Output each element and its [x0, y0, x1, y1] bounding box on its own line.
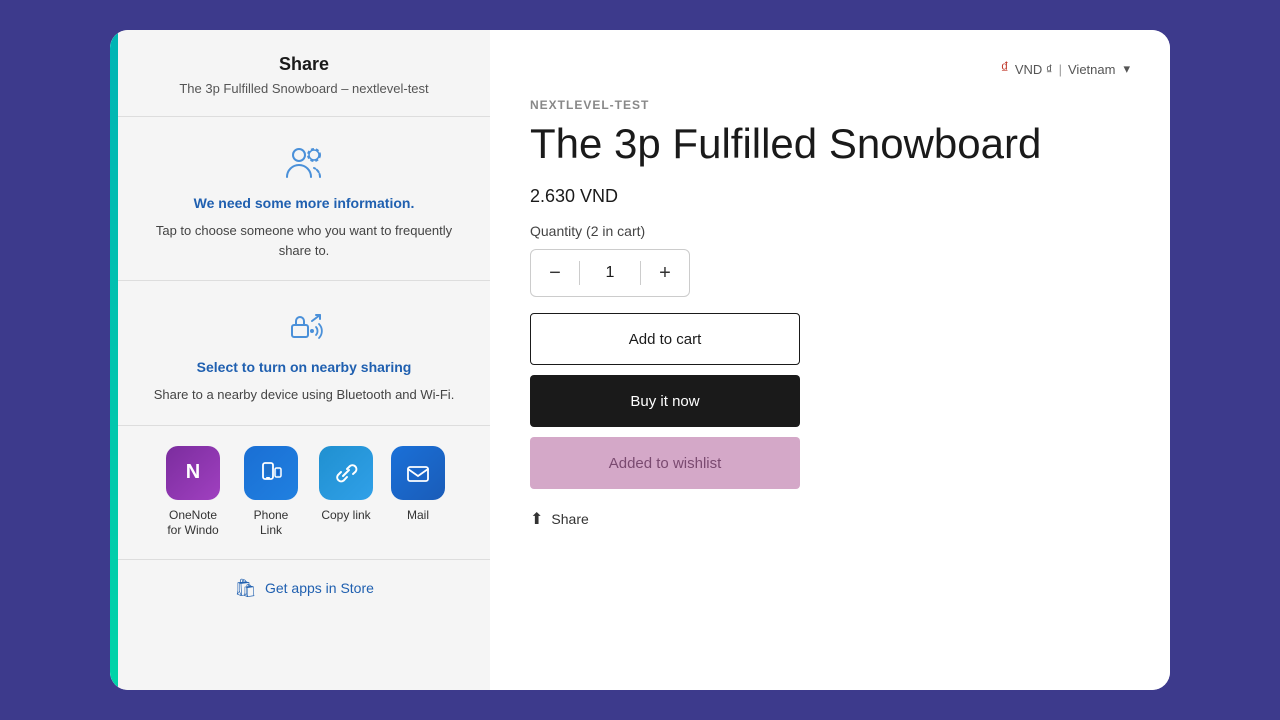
- currency-dot: ₫: [1001, 60, 1009, 78]
- vendor-label: NEXTLEVEL-TEST: [530, 98, 1130, 112]
- quantity-value: 1: [580, 264, 640, 282]
- copylink-label: Copy link: [321, 508, 370, 524]
- currency-selector[interactable]: ₫ VND ₫ | Vietnam ▾: [1001, 60, 1130, 78]
- product-panel: ₫ VND ₫ | Vietnam ▾ NEXTLEVEL-TEST The 3…: [490, 30, 1170, 690]
- nearby-sharing-icon: [282, 305, 326, 349]
- nearby-section-title: Select to turn on nearby sharing: [197, 359, 412, 375]
- currency-label: VND ₫: [1015, 62, 1053, 77]
- phonelink-icon: [244, 446, 298, 500]
- share-header: Share The 3p Fulfilled Snowboard – nextl…: [110, 30, 490, 117]
- product-price: 2.630 VND: [530, 186, 1130, 207]
- app-mail[interactable]: Mail: [391, 446, 445, 539]
- add-to-cart-button[interactable]: Add to cart: [530, 313, 800, 365]
- main-container: Share The 3p Fulfilled Snowboard – nextl…: [110, 30, 1170, 690]
- nearby-section-desc: Share to a nearby device using Bluetooth…: [154, 385, 455, 405]
- onenote-label: OneNote for Windo: [163, 508, 223, 539]
- app-copylink[interactable]: Copy link: [319, 446, 373, 539]
- store-link[interactable]: Get apps in Store: [265, 580, 374, 596]
- quantity-decrease-button[interactable]: −: [531, 250, 579, 296]
- store-section[interactable]: 🛍 Get apps in Store: [110, 560, 490, 617]
- product-header-bar: ₫ VND ₫ | Vietnam ▾: [530, 60, 1130, 78]
- share-link-icon: ⬆: [530, 509, 543, 529]
- quantity-increase-button[interactable]: +: [641, 250, 689, 296]
- share-title: Share: [148, 54, 460, 75]
- nearby-section[interactable]: Select to turn on nearby sharing Share t…: [110, 281, 490, 426]
- product-title: The 3p Fulfilled Snowboard: [530, 120, 1130, 168]
- info-section-desc: Tap to choose someone who you want to fr…: [148, 221, 460, 260]
- onenote-icon: N: [166, 446, 220, 500]
- region-label: Vietnam: [1068, 62, 1115, 77]
- added-to-wishlist-button[interactable]: Added to wishlist: [530, 437, 800, 489]
- app-phonelink[interactable]: Phone Link: [241, 446, 301, 539]
- mail-label: Mail: [407, 508, 429, 524]
- quantity-label: Quantity (2 in cart): [530, 223, 1130, 239]
- store-icon: 🛍: [234, 578, 257, 599]
- info-section-title: We need some more information.: [194, 195, 415, 211]
- share-subtitle: The 3p Fulfilled Snowboard – nextlevel-t…: [148, 81, 460, 96]
- quantity-control: − 1 +: [530, 249, 690, 297]
- info-section[interactable]: We need some more information. Tap to ch…: [110, 117, 490, 281]
- phonelink-label: Phone Link: [241, 508, 301, 539]
- share-apps-row: N OneNote for Windo Phone Link: [110, 426, 490, 560]
- chevron-down-icon: ▾: [1123, 61, 1130, 77]
- mail-icon: [391, 446, 445, 500]
- app-onenote[interactable]: N OneNote for Windo: [163, 446, 223, 539]
- currency-sep: |: [1059, 62, 1062, 77]
- copylink-icon: [319, 446, 373, 500]
- buy-it-now-button[interactable]: Buy it now: [530, 375, 800, 427]
- share-panel: Share The 3p Fulfilled Snowboard – nextl…: [110, 30, 490, 690]
- share-link[interactable]: ⬆ Share: [530, 509, 1130, 529]
- person-icon: [282, 141, 326, 185]
- share-link-label: Share: [551, 511, 588, 527]
